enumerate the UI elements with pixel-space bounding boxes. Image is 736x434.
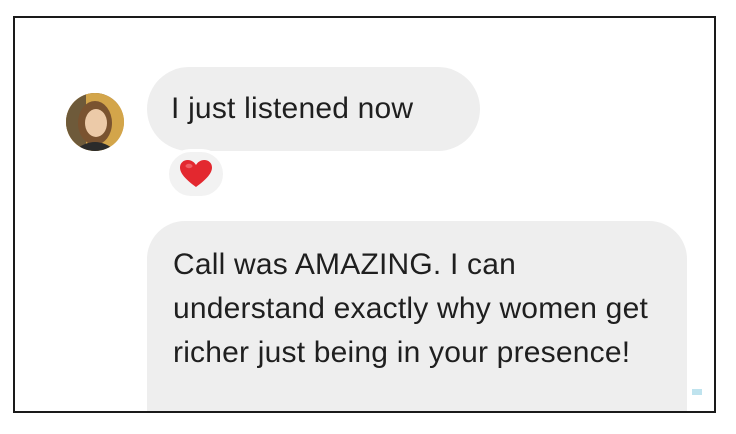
reaction-badge[interactable] (166, 149, 226, 199)
chat-window: I just listened now Call was AMAZING. I … (13, 16, 716, 413)
user-photo-icon (66, 93, 124, 151)
message-bubble[interactable]: Call was AMAZING. I can understand exact… (147, 221, 687, 411)
message-text: Call was AMAZING. I can understand exact… (173, 248, 648, 369)
avatar[interactable] (66, 93, 124, 151)
message-bubble[interactable]: I just listened now (147, 67, 480, 151)
scroll-indicator (692, 389, 702, 395)
message-text: I just listened now (171, 92, 414, 125)
heart-icon (180, 160, 212, 187)
